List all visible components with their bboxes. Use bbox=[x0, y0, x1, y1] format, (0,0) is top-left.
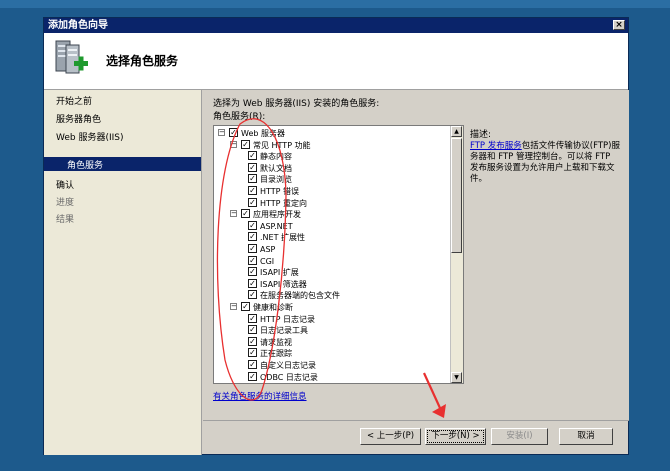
tree-expander-icon[interactable]: − bbox=[230, 303, 237, 310]
tree-checkbox[interactable]: ✓ bbox=[248, 348, 257, 358]
tree-checkbox[interactable]: ✓ bbox=[241, 139, 250, 149]
tree-item-label: 常见 HTTP 功能 bbox=[253, 140, 311, 150]
wizard-step-sidebar: 开始之前 服务器角色 Web 服务器(IIS) 角色服务 确认 进度 结果 bbox=[44, 90, 202, 455]
tree-checkbox[interactable]: ✓ bbox=[248, 290, 257, 300]
step-progress: 进度 bbox=[56, 198, 75, 208]
tree-checkbox[interactable]: ✓ bbox=[248, 278, 257, 288]
tree-item-label: 目录浏览 bbox=[260, 175, 292, 185]
tree-item-label: ISAPI 筛选器 bbox=[260, 279, 307, 289]
intro-text: 选择为 Web 服务器(IIS) 安装的角色服务: bbox=[213, 99, 380, 109]
tree-checkbox[interactable]: ✓ bbox=[248, 360, 257, 369]
step-server-roles[interactable]: 服务器角色 bbox=[56, 112, 101, 125]
tree-checkbox[interactable]: ✓ bbox=[248, 313, 257, 323]
install-button[interactable]: 安装(I) bbox=[491, 428, 548, 445]
cancel-button[interactable]: 取消 bbox=[559, 428, 613, 445]
tree-item-label: CGI bbox=[260, 256, 275, 266]
tree-item-label: 在服务器端的包含文件 bbox=[260, 291, 340, 301]
tree-item-label: ODBC 日志记录 bbox=[260, 372, 318, 382]
tree-expander-icon[interactable]: − bbox=[230, 210, 237, 218]
window-title: 添加角色向导 bbox=[48, 20, 108, 31]
tree-expander-icon[interactable]: − bbox=[230, 140, 237, 148]
tree-item-label: 默认文档 bbox=[260, 163, 292, 173]
tree-checkbox[interactable]: ✓ bbox=[248, 267, 257, 277]
tree-item-label: HTTP 重定向 bbox=[260, 198, 308, 208]
tree-checkbox[interactable]: ✓ bbox=[248, 162, 257, 172]
step-web-server-iis[interactable]: Web 服务器(IIS) bbox=[56, 130, 124, 143]
step-before-you-begin[interactable]: 开始之前 bbox=[56, 94, 92, 107]
scroll-thumb[interactable] bbox=[451, 138, 462, 253]
ftp-publishing-link[interactable]: FTP 发布服务 bbox=[470, 141, 522, 151]
tree-checkbox[interactable]: ✓ bbox=[248, 186, 257, 195]
step-confirmation[interactable]: 确认 bbox=[56, 178, 74, 191]
tree-item-label: 应用程序开发 bbox=[253, 210, 301, 220]
close-button[interactable]: × bbox=[613, 20, 625, 30]
tree-checkbox[interactable]: ✓ bbox=[248, 336, 257, 346]
tree-checkbox[interactable]: ✓ bbox=[248, 244, 257, 253]
tree-item-label: Web 服务器 bbox=[241, 129, 285, 138]
step-role-services-active[interactable]: 角色服务 bbox=[44, 157, 201, 171]
add-roles-wizard-window: 添加角色向导 × 选择角色服务 开始之前 服务器角色 Web 服务器(IIS) … bbox=[43, 17, 629, 455]
description-text: FTP 发布服务包括文件传输协议(FTP)服务器和 FTP 管理控制台。可以将 … bbox=[470, 141, 620, 185]
tree-checkbox[interactable]: ✓ bbox=[248, 255, 257, 265]
tree-scrollbar[interactable]: ▲ ▼ bbox=[450, 126, 463, 383]
previous-button[interactable]: < 上一步(P) bbox=[360, 428, 421, 445]
role-services-tree[interactable]: − ✓ Web 服务器 − ✓ 常见 HTTP 功能 ✓ 静态内容 ✓ 默认文档 ✓ 目录浏览 ✓ HTT… bbox=[213, 125, 464, 384]
tree-item-label: ISAPI 扩展 bbox=[260, 268, 299, 278]
title-bar[interactable]: 添加角色向导 × bbox=[44, 18, 628, 33]
tree-item-label: .NET 扩展性 bbox=[260, 233, 306, 243]
tree-checkbox[interactable]: ✓ bbox=[241, 302, 250, 311]
tree-expander-icon[interactable]: − bbox=[218, 129, 225, 136]
tree-checkbox[interactable]: ✓ bbox=[248, 371, 257, 381]
tree-checkbox[interactable]: ✓ bbox=[248, 232, 257, 242]
tree-checkbox[interactable]: ✓ bbox=[229, 128, 238, 137]
tree-item-label: 请求监视 bbox=[260, 337, 292, 347]
tree-item-label: 正在跟踪 bbox=[260, 349, 292, 359]
tree-item-label: 健康和诊断 bbox=[253, 303, 293, 312]
step-role-services-label: 角色服务 bbox=[67, 161, 104, 171]
tree-checkbox[interactable]: ✓ bbox=[248, 174, 257, 184]
tree-item-label: 日志记录工具 bbox=[260, 326, 308, 336]
role-services-label: 角色服务(R): bbox=[213, 112, 266, 122]
scroll-up-button[interactable]: ▲ bbox=[451, 126, 462, 137]
tree-checkbox[interactable]: ✓ bbox=[248, 151, 257, 161]
tree-item-label: 静态内容 bbox=[260, 152, 292, 162]
scroll-down-button[interactable]: ▼ bbox=[451, 372, 462, 383]
tree-item-label: ASP bbox=[260, 245, 276, 254]
tree-checkbox[interactable]: ✓ bbox=[248, 325, 257, 335]
step-results: 结果 bbox=[56, 215, 75, 225]
next-button[interactable]: 下一步(N) > bbox=[425, 428, 486, 445]
tree-item-label: HTTP 日志记录 bbox=[260, 314, 316, 324]
main-content: 选择为 Web 服务器(IIS) 安装的角色服务: 角色服务(R): − ✓ Web… bbox=[203, 90, 629, 420]
tree-checkbox[interactable]: ✓ bbox=[248, 220, 257, 230]
tree-item-label: 自定义日志记录 bbox=[260, 361, 316, 370]
more-info-link[interactable]: 有关角色服务的详细信息 bbox=[213, 390, 307, 402]
tree-checkbox[interactable]: ✓ bbox=[241, 209, 250, 219]
tree-checkbox[interactable]: ✓ bbox=[248, 197, 257, 207]
wizard-header: 选择角色服务 bbox=[44, 33, 628, 90]
footer-divider bbox=[203, 420, 629, 421]
desktop-background bbox=[0, 0, 670, 8]
tree-item-label: HTTP 错误 bbox=[260, 187, 300, 196]
page-title: 选择角色服务 bbox=[106, 54, 179, 68]
tree-item-label: ASP.NET bbox=[260, 221, 293, 231]
server-add-icon bbox=[55, 40, 88, 74]
description-label: 描述: bbox=[470, 130, 492, 140]
